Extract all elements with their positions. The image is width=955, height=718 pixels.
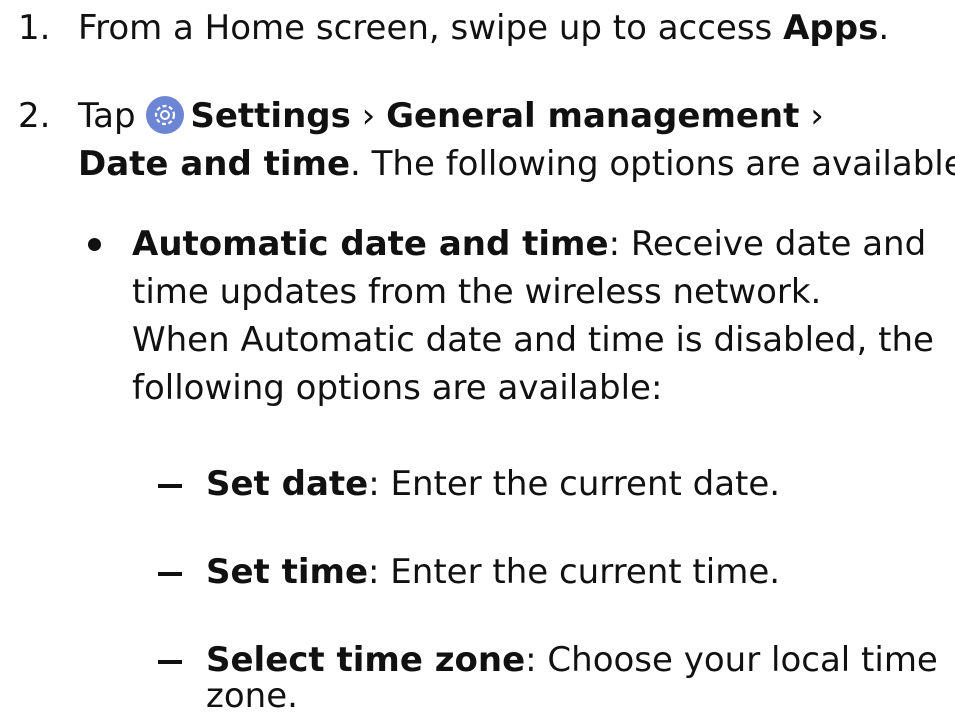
option-line-1: Automatic date and time: Receive date an… <box>132 222 926 266</box>
dash-icon <box>158 660 182 664</box>
sub-option-text: : Enter the current time. <box>368 552 781 592</box>
settings-label: Settings <box>190 96 351 136</box>
option-text: : Receive date and <box>608 224 927 264</box>
sub-option-select-time-zone: Select time zone: Choose your local time <box>206 638 938 682</box>
step-2-line-2: Date and time. The following options are… <box>78 142 955 186</box>
step-number: 2. <box>18 96 51 136</box>
general-management-label: General management <box>386 96 800 136</box>
sub-option-text-continued: zone. <box>206 676 298 716</box>
option-title: Automatic date and time <box>132 224 609 264</box>
step-1-text: From a Home screen, swipe up to access A… <box>78 6 889 50</box>
sub-option-set-time: Set time: Enter the current time. <box>206 550 780 594</box>
sub-option-title: Set time <box>206 552 369 592</box>
separator: › <box>350 96 387 136</box>
instructions-page: 1. From a Home screen, swipe up to acces… <box>0 0 955 716</box>
sub-option-text: : Choose your local time <box>525 640 938 680</box>
date-and-time-label: Date and time <box>78 144 351 184</box>
gear-icon <box>146 96 185 134</box>
sub-option-text: : Enter the current date. <box>368 464 781 504</box>
step-number: 1. <box>18 8 51 48</box>
step-text: From a Home screen, swipe up to access <box>78 8 784 48</box>
bullet-icon <box>88 238 101 251</box>
dash-icon <box>158 484 182 488</box>
sub-option-set-date: Set date: Enter the current date. <box>206 462 780 506</box>
tap-text: Tap <box>78 96 147 136</box>
option-line-3: When Automatic date and time is disabled… <box>132 320 934 360</box>
sub-option-title: Set date <box>206 464 369 504</box>
option-line-4: following options are available: <box>132 368 663 408</box>
punctuation: . <box>878 8 890 48</box>
dash-icon <box>158 572 182 576</box>
step-text: . The following options are available: <box>350 144 955 184</box>
option-line-2: time updates from the wireless network. <box>132 272 822 312</box>
apps-label: Apps <box>783 8 879 48</box>
step-2-line-1: Tap Settings › General management › <box>78 94 824 138</box>
separator: › <box>799 96 824 136</box>
